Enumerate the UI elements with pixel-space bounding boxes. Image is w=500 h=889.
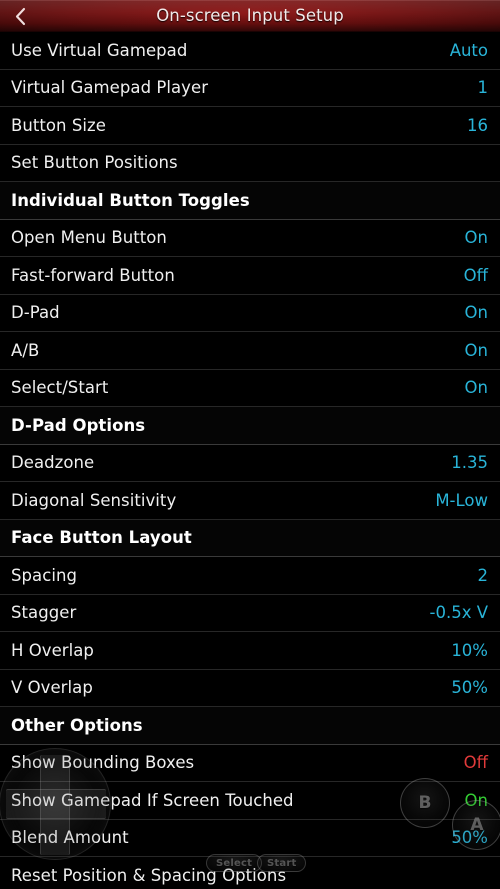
settings-row-label: Select/Start — [11, 378, 109, 398]
settings-row-label: Use Virtual Gamepad — [11, 40, 188, 60]
title-bar: On-screen Input Setup — [0, 0, 500, 32]
settings-row[interactable]: Deadzone 1.35 — [0, 444, 500, 482]
section-header-label: Other Options — [11, 715, 143, 735]
settings-row[interactable]: Select/Start On — [0, 369, 500, 407]
settings-row-value: 1 — [477, 78, 489, 98]
settings-row[interactable]: V Overlap 50% — [0, 669, 500, 707]
settings-row[interactable]: Virtual Gamepad Player 1 — [0, 69, 500, 107]
settings-row-value: -0.5x V — [429, 603, 489, 623]
settings-row-value: 16 — [467, 115, 488, 135]
section-header-label: Individual Button Toggles — [11, 190, 250, 210]
gamepad-button-b[interactable]: B — [400, 778, 450, 828]
settings-row-label: Open Menu Button — [11, 228, 167, 248]
settings-row[interactable]: Button Size 16 — [0, 107, 500, 145]
settings-row[interactable]: H Overlap 10% — [0, 632, 500, 670]
gamepad-button-select-label: Select — [216, 857, 253, 869]
dpad-control[interactable] — [0, 748, 111, 860]
settings-row-label: V Overlap — [11, 678, 93, 698]
settings-row-value: On — [464, 228, 488, 248]
settings-row-label: Deadzone — [11, 453, 95, 473]
on-screen-input-setup-screen: On-screen Input Setup Use Virtual Gamepa… — [0, 0, 500, 889]
settings-row-label: Spacing — [11, 565, 77, 585]
settings-row-label: H Overlap — [11, 640, 94, 660]
settings-row-label: Fast-forward Button — [11, 265, 175, 285]
settings-row-label: Set Button Positions — [11, 153, 178, 173]
settings-row-label: Stagger — [11, 603, 77, 623]
settings-row-label: Diagonal Sensitivity — [11, 490, 177, 510]
settings-row[interactable]: Open Menu Button On — [0, 219, 500, 257]
section-header: Face Button Layout — [0, 519, 500, 557]
settings-row-value: 10% — [451, 640, 488, 660]
page-title: On-screen Input Setup — [156, 5, 344, 25]
section-header: Individual Button Toggles — [0, 182, 500, 220]
settings-row-value: Auto — [449, 40, 488, 60]
settings-row[interactable]: Diagonal Sensitivity M-Low — [0, 482, 500, 520]
gamepad-button-select[interactable]: Select — [206, 854, 263, 872]
settings-row-value: M-Low — [435, 490, 488, 510]
settings-row-value: 2 — [477, 565, 489, 585]
settings-row[interactable]: Spacing 2 — [0, 557, 500, 595]
settings-row[interactable]: D-Pad On — [0, 294, 500, 332]
settings-row-value: On — [464, 303, 488, 323]
dpad-horizontal-arm — [6, 789, 106, 819]
settings-row-value: On — [464, 378, 488, 398]
section-header-label: D-Pad Options — [11, 415, 146, 435]
settings-row-label: A/B — [11, 340, 40, 360]
settings-row-label: Button Size — [11, 115, 106, 135]
settings-row-value: 50% — [451, 678, 488, 698]
section-header: Other Options — [0, 707, 500, 745]
settings-row[interactable]: Set Button Positions — [0, 144, 500, 182]
settings-row[interactable]: Use Virtual Gamepad Auto — [0, 32, 500, 70]
gamepad-button-start-label: Start — [267, 857, 297, 869]
settings-row-value: On — [464, 340, 488, 360]
chevron-left-icon — [14, 7, 27, 26]
section-header-label: Face Button Layout — [11, 528, 192, 548]
settings-row-value: 1.35 — [451, 453, 488, 473]
settings-row-label: D-Pad — [11, 303, 60, 323]
gamepad-button-start[interactable]: Start — [257, 854, 307, 872]
settings-row-label: Virtual Gamepad Player — [11, 78, 209, 98]
settings-row-value: Off — [463, 753, 488, 773]
gamepad-button-a-label: A — [470, 815, 484, 835]
section-header: D-Pad Options — [0, 407, 500, 445]
gamepad-button-a[interactable]: A — [452, 800, 500, 850]
settings-row[interactable]: Fast-forward Button Off — [0, 257, 500, 295]
settings-row[interactable]: Stagger -0.5x V — [0, 594, 500, 632]
gamepad-button-b-label: B — [418, 793, 432, 813]
settings-row[interactable]: A/B On — [0, 332, 500, 370]
settings-row-value: Off — [463, 265, 488, 285]
back-button[interactable] — [0, 0, 40, 31]
